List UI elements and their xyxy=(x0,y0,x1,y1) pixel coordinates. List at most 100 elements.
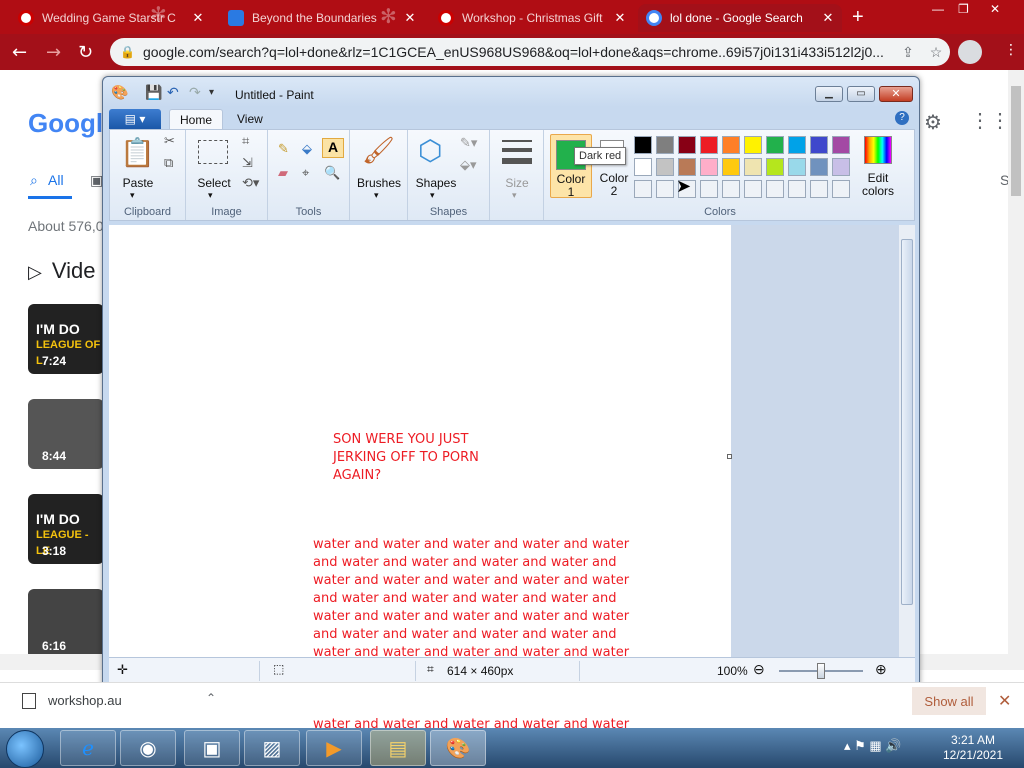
size-dropdown-icon[interactable]: ▾ xyxy=(512,190,517,201)
color2-button[interactable]: Color 2 xyxy=(594,134,634,198)
select-dropdown-icon[interactable]: ▾ xyxy=(208,190,213,201)
back-icon[interactable]: ← xyxy=(12,42,27,63)
forward-icon[interactable]: → xyxy=(46,42,61,63)
eraser-icon[interactable]: ▰ xyxy=(278,166,288,181)
zoom-out-icon[interactable]: ⊖ xyxy=(753,661,765,678)
minimize-button[interactable]: ▁ xyxy=(815,86,843,102)
close-tab-icon[interactable]: ✕ xyxy=(190,10,206,26)
palette-swatch[interactable] xyxy=(832,180,850,198)
close-download-bar-icon[interactable]: ✕ xyxy=(998,691,1011,711)
address-bar[interactable]: 🔒 google.com/search?q=lol+done&rlz=1C1GC… xyxy=(110,38,950,66)
show-all-button[interactable]: Show all xyxy=(912,687,986,715)
copy-icon[interactable]: ⧉ xyxy=(164,156,173,171)
palette-swatch[interactable] xyxy=(766,180,784,198)
bookmark-star-icon[interactable]: ☆ xyxy=(922,44,950,61)
internet-explorer-icon[interactable]: ℯ xyxy=(60,730,116,766)
close-window-icon[interactable]: ✕ xyxy=(990,2,1000,16)
clock[interactable]: 3:21 AM 12/21/2021 xyxy=(938,733,1008,763)
palette-swatch[interactable] xyxy=(810,136,828,154)
edit-colors-button[interactable]: Edit colors xyxy=(854,134,902,200)
palette-swatch[interactable] xyxy=(788,136,806,154)
palette-swatch[interactable] xyxy=(700,136,718,154)
help-icon[interactable]: ? xyxy=(895,111,909,125)
tab-4-active[interactable]: lol done - Google Search ✕ xyxy=(638,4,842,32)
paste-button[interactable]: Paste xyxy=(118,176,158,190)
drawing-canvas[interactable]: SON WERE YOU JUST JERKING OFF TO PORN AG… xyxy=(109,225,731,768)
share-icon[interactable]: ⇪ xyxy=(894,44,922,61)
tab-view[interactable]: View xyxy=(227,109,273,129)
tab-1[interactable]: Wedding Game Starstr C ✕ xyxy=(10,4,212,32)
monitor-app-icon[interactable]: ▣ xyxy=(184,730,240,766)
palette-swatch[interactable] xyxy=(656,180,674,198)
new-tab-button[interactable]: + xyxy=(852,6,864,29)
outline-icon[interactable]: ✎▾ xyxy=(460,136,477,151)
shapes-dropdown-icon[interactable]: ▾ xyxy=(430,190,435,201)
shapes-button[interactable]: Shapes xyxy=(412,176,460,190)
size-button[interactable]: Size xyxy=(498,176,536,190)
brushes-button[interactable]: Brushes xyxy=(354,176,404,190)
video-thumbnail[interactable]: I'M DO LEAGUE - LE 3:18 xyxy=(28,494,104,564)
brush-icon[interactable]: 🖌 xyxy=(362,136,395,166)
palette-swatch[interactable] xyxy=(788,158,806,176)
download-filename[interactable]: workshop.au xyxy=(48,693,122,708)
zoom-in-icon[interactable]: ⊕ xyxy=(875,661,887,678)
select-icon[interactable] xyxy=(198,140,228,164)
palette-swatch[interactable] xyxy=(810,180,828,198)
color-picker-icon[interactable]: ⌖ xyxy=(302,166,309,181)
magnifier-icon[interactable]: 🔍 xyxy=(324,166,340,181)
profile-avatar[interactable] xyxy=(958,40,982,64)
palette-swatch[interactable] xyxy=(700,158,718,176)
redo-icon[interactable]: ↷ xyxy=(189,84,201,101)
brushes-dropdown-icon[interactable]: ▾ xyxy=(374,190,379,201)
paint-taskbar-icon[interactable]: 🎨 xyxy=(430,730,486,766)
fill-icon[interactable]: ⬙ xyxy=(302,142,312,157)
video-thumbnail[interactable]: 8:44 xyxy=(28,399,104,469)
minimize-icon[interactable]: — xyxy=(932,2,944,16)
photo-app-icon[interactable]: ▨ xyxy=(244,730,300,766)
fill-shape-icon[interactable]: ⬙▾ xyxy=(460,158,477,173)
canvas-resize-handle[interactable] xyxy=(727,454,732,459)
palette-swatch[interactable] xyxy=(744,158,762,176)
settings-gear-icon[interactable]: ⚙ xyxy=(924,110,942,135)
paste-icon[interactable]: 📋 xyxy=(120,136,155,169)
scroll-thumb[interactable] xyxy=(901,239,913,605)
palette-swatch[interactable] xyxy=(766,158,784,176)
canvas-scrollbar[interactable] xyxy=(899,225,915,657)
tab-home[interactable]: Home xyxy=(169,109,224,129)
rotate-icon[interactable]: ⟲▾ xyxy=(242,176,259,191)
palette-swatch[interactable] xyxy=(700,180,718,198)
tab-2[interactable]: Beyond the Boundaries ✕ xyxy=(220,4,424,32)
video-thumbnail[interactable]: I'M DO LEAGUE OF L 7:24 xyxy=(28,304,104,374)
palette-swatch[interactable] xyxy=(634,136,652,154)
palette-swatch[interactable] xyxy=(634,180,652,198)
tab-3[interactable]: Workshop - Christmas Gift ✕ xyxy=(430,4,634,32)
palette-swatch[interactable] xyxy=(766,136,784,154)
palette-swatch[interactable] xyxy=(788,180,806,198)
palette-swatch[interactable] xyxy=(744,180,762,198)
palette-swatch[interactable] xyxy=(634,158,652,176)
size-line-icon[interactable] xyxy=(502,148,532,152)
close-tab-icon[interactable]: ✕ xyxy=(402,10,418,26)
restore-icon[interactable]: ❐ xyxy=(958,2,969,16)
undo-icon[interactable]: ↶ xyxy=(167,84,179,101)
menu-kebab-icon[interactable]: ⋮ xyxy=(1004,42,1018,58)
resize-icon[interactable]: ⇲ xyxy=(242,156,253,171)
maximize-button[interactable]: ▭ xyxy=(847,86,875,102)
select-button[interactable]: Select xyxy=(194,176,234,190)
pencil-icon[interactable]: ✎ xyxy=(278,142,289,157)
chevron-up-icon[interactable]: ⌃ xyxy=(206,691,216,705)
palette-swatch[interactable] xyxy=(678,158,696,176)
paste-dropdown-icon[interactable]: ▾ xyxy=(130,190,135,201)
start-button[interactable] xyxy=(6,730,44,768)
file-explorer-icon[interactable]: ▤ xyxy=(370,730,426,766)
crop-icon[interactable]: ⌗ xyxy=(242,134,249,149)
save-icon[interactable]: 💾 xyxy=(145,84,162,101)
close-tab-icon[interactable]: ✕ xyxy=(612,10,628,26)
color1-button[interactable]: Color 1 xyxy=(550,134,592,199)
size-line-icon[interactable] xyxy=(502,140,532,142)
palette-swatch[interactable] xyxy=(722,136,740,154)
text-tool-icon[interactable]: A xyxy=(322,138,344,158)
palette-swatch[interactable] xyxy=(832,136,850,154)
palette-swatch[interactable] xyxy=(744,136,762,154)
palette-swatch[interactable] xyxy=(722,158,740,176)
